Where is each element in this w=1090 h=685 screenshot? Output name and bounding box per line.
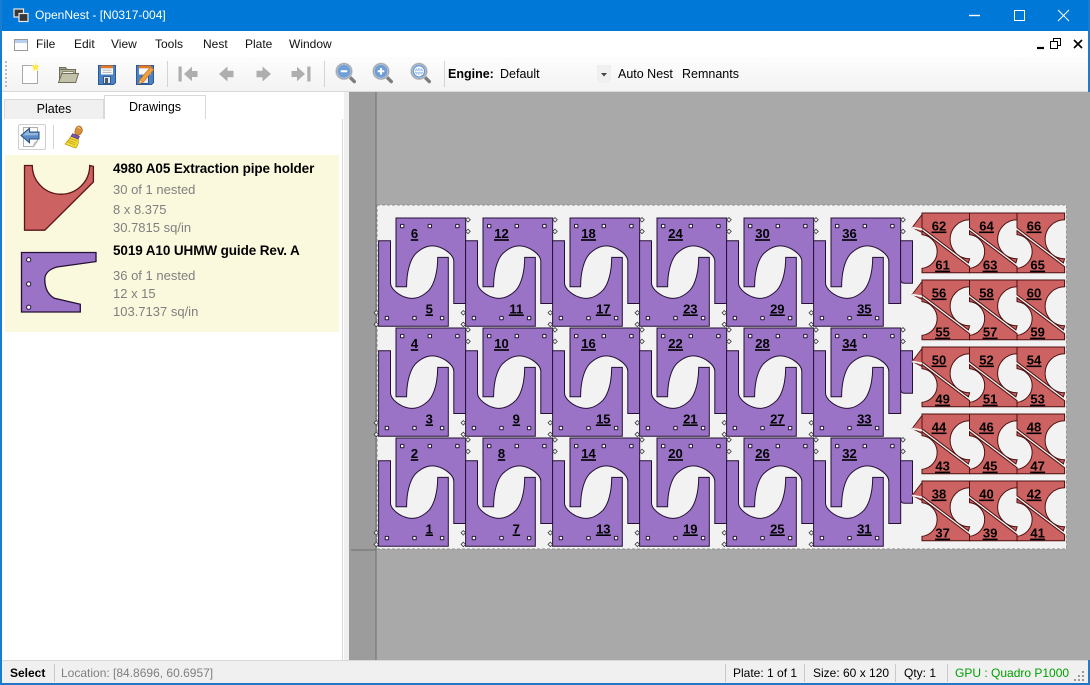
svg-text:62: 62 [932, 219, 946, 234]
svg-text:5: 5 [426, 301, 433, 316]
svg-text:3: 3 [426, 411, 433, 426]
svg-text:50: 50 [932, 353, 946, 368]
svg-text:66: 66 [1027, 219, 1041, 234]
svg-text:35: 35 [857, 301, 871, 316]
svg-text:39: 39 [983, 526, 997, 541]
svg-text:38: 38 [932, 487, 946, 502]
svg-text:59: 59 [1030, 325, 1044, 340]
svg-text:9: 9 [513, 411, 520, 426]
svg-text:17: 17 [596, 301, 610, 316]
svg-text:27: 27 [770, 411, 784, 426]
svg-text:21: 21 [683, 411, 697, 426]
svg-text:23: 23 [683, 301, 697, 316]
svg-text:57: 57 [983, 325, 997, 340]
svg-text:2: 2 [411, 446, 418, 461]
svg-text:13: 13 [596, 521, 610, 536]
svg-text:7: 7 [513, 521, 520, 536]
svg-text:49: 49 [935, 392, 949, 407]
svg-text:20: 20 [668, 446, 682, 461]
svg-text:51: 51 [983, 392, 997, 407]
svg-text:37: 37 [935, 526, 949, 541]
svg-text:34: 34 [842, 336, 857, 351]
svg-text:19: 19 [683, 521, 697, 536]
svg-text:61: 61 [935, 258, 949, 273]
svg-text:30: 30 [755, 226, 769, 241]
svg-text:6: 6 [411, 226, 418, 241]
svg-text:16: 16 [581, 336, 595, 351]
svg-text:63: 63 [983, 258, 997, 273]
svg-text:58: 58 [979, 286, 993, 301]
svg-text:64: 64 [979, 219, 994, 234]
svg-text:12: 12 [494, 226, 508, 241]
svg-text:46: 46 [979, 420, 993, 435]
svg-text:1: 1 [426, 521, 433, 536]
svg-text:52: 52 [979, 353, 993, 368]
svg-text:54: 54 [1027, 353, 1042, 368]
svg-text:44: 44 [932, 420, 947, 435]
svg-text:45: 45 [983, 459, 997, 474]
svg-text:29: 29 [770, 301, 784, 316]
svg-text:11: 11 [509, 301, 523, 316]
svg-text:22: 22 [668, 336, 682, 351]
svg-text:18: 18 [581, 226, 595, 241]
svg-text:36: 36 [842, 226, 856, 241]
svg-text:32: 32 [842, 446, 856, 461]
svg-text:65: 65 [1030, 258, 1044, 273]
svg-text:33: 33 [857, 411, 871, 426]
svg-text:53: 53 [1030, 392, 1044, 407]
svg-text:26: 26 [755, 446, 769, 461]
svg-text:24: 24 [668, 226, 683, 241]
svg-text:15: 15 [596, 411, 610, 426]
svg-text:40: 40 [979, 487, 993, 502]
svg-text:42: 42 [1027, 487, 1041, 502]
svg-text:14: 14 [581, 446, 596, 461]
svg-text:48: 48 [1027, 420, 1041, 435]
svg-text:28: 28 [755, 336, 769, 351]
svg-text:25: 25 [770, 521, 784, 536]
svg-text:47: 47 [1030, 459, 1044, 474]
svg-text:31: 31 [857, 521, 871, 536]
svg-text:60: 60 [1027, 286, 1041, 301]
svg-text:10: 10 [494, 336, 508, 351]
svg-text:41: 41 [1030, 526, 1044, 541]
svg-text:8: 8 [498, 446, 505, 461]
svg-text:55: 55 [935, 325, 949, 340]
svg-text:43: 43 [935, 459, 949, 474]
svg-text:4: 4 [411, 336, 419, 351]
svg-text:56: 56 [932, 286, 946, 301]
